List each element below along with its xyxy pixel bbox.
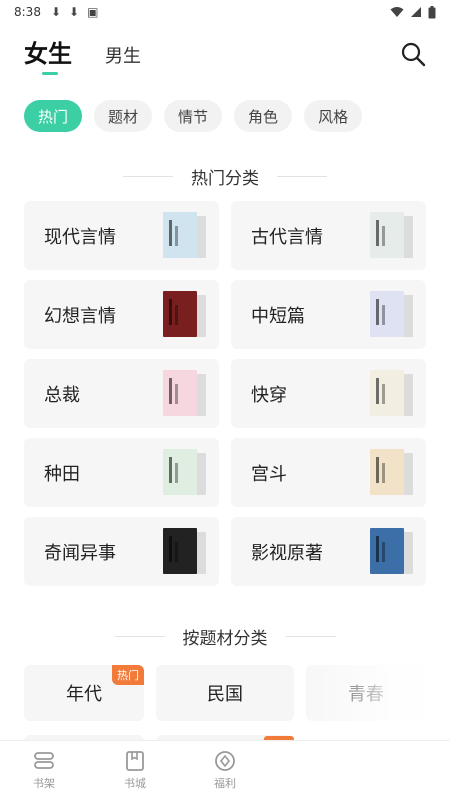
divider — [285, 636, 336, 637]
nav-label: 书城 — [124, 777, 146, 790]
bookshelf-icon — [34, 752, 54, 769]
nav-bookstore[interactable]: 书城 — [115, 749, 155, 791]
nav-welfare[interactable]: 福利 — [205, 749, 245, 791]
category-card[interactable]: 总裁 — [24, 359, 219, 428]
active-tab-indicator — [42, 72, 58, 75]
divider — [114, 636, 165, 637]
category-card[interactable]: 古代言情 — [231, 201, 426, 270]
book-cover — [163, 212, 206, 260]
book-cover — [370, 528, 413, 576]
theme-categories-header: 按题材分类 — [0, 624, 450, 649]
category-card[interactable]: 中短篇 — [231, 280, 426, 349]
header: 女生 男生 — [0, 38, 450, 82]
category-label: 古代言情 — [251, 226, 323, 248]
battery-icon — [428, 5, 436, 18]
section-title: 按题材分类 — [182, 629, 268, 649]
category-card[interactable]: 奇闻异事 — [24, 517, 219, 586]
category-label: 幻想言情 — [44, 305, 116, 327]
tab-male[interactable]: 男生 — [105, 42, 141, 68]
chip-theme[interactable]: 题材 — [94, 100, 153, 132]
filter-chips: 热门 题材 情节 角色 风格 — [24, 100, 363, 132]
status-time: 8:38 — [14, 5, 41, 19]
book-cover — [370, 291, 413, 339]
category-card[interactable]: 影视原著 — [231, 517, 426, 586]
category-label: 现代言情 — [44, 226, 116, 248]
download-icon: ⬇ — [69, 5, 80, 19]
nav-label: 书架 — [33, 777, 55, 790]
bottom-nav: 书架 书城 福利 — [0, 740, 450, 800]
chip-style[interactable]: 风格 — [304, 100, 363, 132]
category-label: 影视原著 — [251, 542, 323, 564]
category-card[interactable]: 宫斗 — [231, 438, 426, 507]
book-cover — [370, 212, 413, 260]
book-cover — [163, 370, 206, 418]
hot-badge: 热门 — [112, 665, 144, 685]
nav-bookshelf[interactable]: 书架 — [24, 749, 64, 791]
search-icon[interactable] — [400, 41, 426, 67]
category-card[interactable]: 现代言情 — [24, 201, 219, 270]
book-cover — [163, 528, 206, 576]
category-label: 种田 — [44, 463, 80, 485]
chip-role[interactable]: 角色 — [234, 100, 293, 132]
category-card[interactable]: 种田 — [24, 438, 219, 507]
tab-female[interactable]: 女生 — [24, 34, 72, 69]
chip-hot[interactable]: 热门 — [24, 100, 83, 132]
theme-category-row: 年代 热门 民国 青春 — [24, 665, 426, 721]
divider — [277, 176, 327, 177]
theme-label: 青春 — [348, 684, 384, 705]
theme-card-qingchun[interactable]: 青春 — [306, 665, 426, 721]
hot-categories-header: 热门分类 — [0, 164, 450, 189]
wifi-icon — [390, 7, 404, 17]
nav-label: 福利 — [214, 777, 236, 790]
category-label: 宫斗 — [251, 463, 287, 485]
book-cover — [163, 449, 206, 497]
category-label: 总裁 — [44, 384, 80, 406]
book-cover — [370, 449, 413, 497]
category-label: 快穿 — [251, 384, 287, 406]
theme-label: 年代 — [66, 684, 102, 705]
theme-label: 民国 — [207, 684, 243, 705]
category-label: 中短篇 — [251, 305, 305, 327]
book-cover — [370, 370, 413, 418]
coin-icon — [215, 751, 235, 771]
book-icon — [126, 751, 144, 771]
download-icon: ⬇ — [50, 5, 62, 19]
category-card[interactable]: 幻想言情 — [24, 280, 219, 349]
category-card[interactable]: 快穿 — [231, 359, 426, 428]
app-notification-icon: ▣ — [87, 5, 99, 19]
theme-card-minguo[interactable]: 民国 — [156, 665, 294, 721]
book-cover — [163, 291, 206, 339]
category-label: 奇闻异事 — [44, 542, 116, 564]
chip-plot[interactable]: 情节 — [164, 100, 223, 132]
divider — [123, 176, 173, 177]
section-title: 热门分类 — [191, 169, 259, 189]
theme-card-niandai[interactable]: 年代 热门 — [24, 665, 144, 721]
hot-category-grid: 现代言情 古代言情 幻想言情 中短篇 总裁 快穿 种田 宫斗 奇闻异事 影视原著 — [24, 201, 426, 586]
status-bar: 8:38 ⬇ ⬇ ▣ — [0, 0, 450, 24]
signal-icon — [411, 7, 421, 17]
